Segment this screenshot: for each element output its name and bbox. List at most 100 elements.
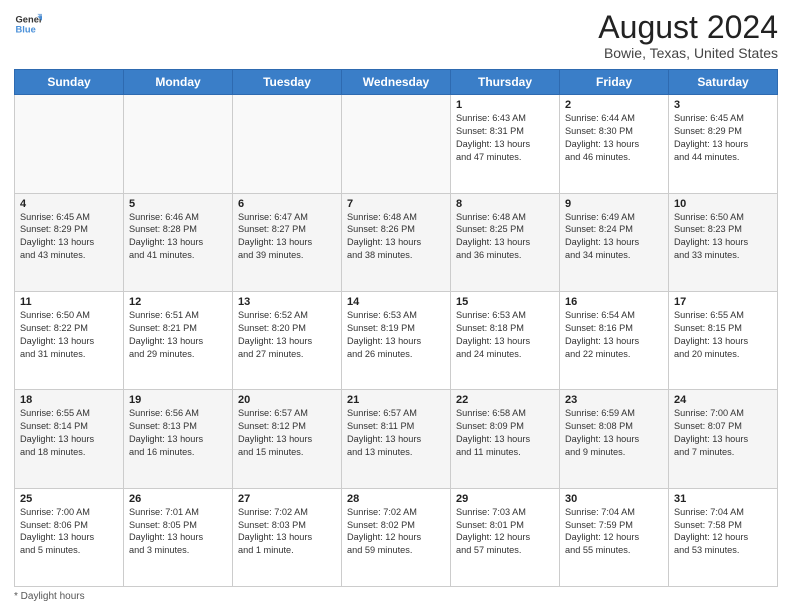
- calendar-cell: 14Sunrise: 6:53 AM Sunset: 8:19 PM Dayli…: [342, 291, 451, 389]
- day-number: 20: [238, 394, 336, 406]
- calendar-header-row: SundayMondayTuesdayWednesdayThursdayFrid…: [15, 70, 778, 95]
- day-info: Sunrise: 6:53 AM Sunset: 8:18 PM Dayligh…: [456, 309, 554, 361]
- day-number: 31: [674, 493, 772, 505]
- day-info: Sunrise: 6:50 AM Sunset: 8:23 PM Dayligh…: [674, 211, 772, 263]
- day-info: Sunrise: 6:46 AM Sunset: 8:28 PM Dayligh…: [129, 211, 227, 263]
- day-info: Sunrise: 7:01 AM Sunset: 8:05 PM Dayligh…: [129, 506, 227, 558]
- calendar-week-3: 11Sunrise: 6:50 AM Sunset: 8:22 PM Dayli…: [15, 291, 778, 389]
- day-number: 7: [347, 198, 445, 210]
- day-number: 11: [20, 296, 118, 308]
- calendar-cell: 11Sunrise: 6:50 AM Sunset: 8:22 PM Dayli…: [15, 291, 124, 389]
- calendar-cell: 3Sunrise: 6:45 AM Sunset: 8:29 PM Daylig…: [669, 95, 778, 193]
- calendar-cell: 15Sunrise: 6:53 AM Sunset: 8:18 PM Dayli…: [451, 291, 560, 389]
- day-info: Sunrise: 6:56 AM Sunset: 8:13 PM Dayligh…: [129, 407, 227, 459]
- day-number: 26: [129, 493, 227, 505]
- calendar-cell: 1Sunrise: 6:43 AM Sunset: 8:31 PM Daylig…: [451, 95, 560, 193]
- day-number: 1: [456, 99, 554, 111]
- calendar-cell: 24Sunrise: 7:00 AM Sunset: 8:07 PM Dayli…: [669, 390, 778, 488]
- day-info: Sunrise: 6:59 AM Sunset: 8:08 PM Dayligh…: [565, 407, 663, 459]
- day-number: 5: [129, 198, 227, 210]
- day-info: Sunrise: 6:44 AM Sunset: 8:30 PM Dayligh…: [565, 112, 663, 164]
- day-header-saturday: Saturday: [669, 70, 778, 95]
- calendar-week-2: 4Sunrise: 6:45 AM Sunset: 8:29 PM Daylig…: [15, 193, 778, 291]
- calendar-cell: 19Sunrise: 6:56 AM Sunset: 8:13 PM Dayli…: [124, 390, 233, 488]
- calendar-cell: 13Sunrise: 6:52 AM Sunset: 8:20 PM Dayli…: [233, 291, 342, 389]
- day-number: 13: [238, 296, 336, 308]
- day-info: Sunrise: 6:50 AM Sunset: 8:22 PM Dayligh…: [20, 309, 118, 361]
- day-number: 27: [238, 493, 336, 505]
- day-header-sunday: Sunday: [15, 70, 124, 95]
- day-number: 17: [674, 296, 772, 308]
- day-info: Sunrise: 7:03 AM Sunset: 8:01 PM Dayligh…: [456, 506, 554, 558]
- calendar-cell: 2Sunrise: 6:44 AM Sunset: 8:30 PM Daylig…: [560, 95, 669, 193]
- day-info: Sunrise: 6:45 AM Sunset: 8:29 PM Dayligh…: [20, 211, 118, 263]
- month-year-title: August 2024: [598, 10, 778, 45]
- svg-text:Blue: Blue: [16, 25, 36, 35]
- day-header-thursday: Thursday: [451, 70, 560, 95]
- calendar-cell: 25Sunrise: 7:00 AM Sunset: 8:06 PM Dayli…: [15, 488, 124, 586]
- day-number: 29: [456, 493, 554, 505]
- day-info: Sunrise: 6:48 AM Sunset: 8:25 PM Dayligh…: [456, 211, 554, 263]
- calendar-cell: 23Sunrise: 6:59 AM Sunset: 8:08 PM Dayli…: [560, 390, 669, 488]
- calendar-cell: 18Sunrise: 6:55 AM Sunset: 8:14 PM Dayli…: [15, 390, 124, 488]
- calendar-week-4: 18Sunrise: 6:55 AM Sunset: 8:14 PM Dayli…: [15, 390, 778, 488]
- calendar-cell: [233, 95, 342, 193]
- day-info: Sunrise: 6:52 AM Sunset: 8:20 PM Dayligh…: [238, 309, 336, 361]
- day-header-tuesday: Tuesday: [233, 70, 342, 95]
- calendar-cell: 20Sunrise: 6:57 AM Sunset: 8:12 PM Dayli…: [233, 390, 342, 488]
- day-number: 2: [565, 99, 663, 111]
- calendar-cell: 8Sunrise: 6:48 AM Sunset: 8:25 PM Daylig…: [451, 193, 560, 291]
- day-number: 19: [129, 394, 227, 406]
- day-info: Sunrise: 6:55 AM Sunset: 8:14 PM Dayligh…: [20, 407, 118, 459]
- calendar-cell: 29Sunrise: 7:03 AM Sunset: 8:01 PM Dayli…: [451, 488, 560, 586]
- daylight-hours-note: Daylight hours: [21, 591, 85, 602]
- calendar-cell: 27Sunrise: 7:02 AM Sunset: 8:03 PM Dayli…: [233, 488, 342, 586]
- calendar-cell: 30Sunrise: 7:04 AM Sunset: 7:59 PM Dayli…: [560, 488, 669, 586]
- day-info: Sunrise: 6:57 AM Sunset: 8:11 PM Dayligh…: [347, 407, 445, 459]
- day-info: Sunrise: 6:57 AM Sunset: 8:12 PM Dayligh…: [238, 407, 336, 459]
- calendar-cell: 26Sunrise: 7:01 AM Sunset: 8:05 PM Dayli…: [124, 488, 233, 586]
- calendar-cell: 16Sunrise: 6:54 AM Sunset: 8:16 PM Dayli…: [560, 291, 669, 389]
- day-header-wednesday: Wednesday: [342, 70, 451, 95]
- day-info: Sunrise: 6:48 AM Sunset: 8:26 PM Dayligh…: [347, 211, 445, 263]
- calendar-week-1: 1Sunrise: 6:43 AM Sunset: 8:31 PM Daylig…: [15, 95, 778, 193]
- day-info: Sunrise: 7:04 AM Sunset: 7:59 PM Dayligh…: [565, 506, 663, 558]
- day-info: Sunrise: 6:45 AM Sunset: 8:29 PM Dayligh…: [674, 112, 772, 164]
- calendar-cell: 12Sunrise: 6:51 AM Sunset: 8:21 PM Dayli…: [124, 291, 233, 389]
- day-number: 8: [456, 198, 554, 210]
- day-number: 4: [20, 198, 118, 210]
- day-info: Sunrise: 6:43 AM Sunset: 8:31 PM Dayligh…: [456, 112, 554, 164]
- day-info: Sunrise: 7:00 AM Sunset: 8:06 PM Dayligh…: [20, 506, 118, 558]
- day-number: 3: [674, 99, 772, 111]
- calendar-week-5: 25Sunrise: 7:00 AM Sunset: 8:06 PM Dayli…: [15, 488, 778, 586]
- footer-note: * Daylight hours: [14, 591, 778, 602]
- day-info: Sunrise: 6:58 AM Sunset: 8:09 PM Dayligh…: [456, 407, 554, 459]
- calendar-cell: 31Sunrise: 7:04 AM Sunset: 7:58 PM Dayli…: [669, 488, 778, 586]
- calendar-cell: 6Sunrise: 6:47 AM Sunset: 8:27 PM Daylig…: [233, 193, 342, 291]
- day-number: 23: [565, 394, 663, 406]
- location-subtitle: Bowie, Texas, United States: [598, 45, 778, 61]
- day-info: Sunrise: 6:49 AM Sunset: 8:24 PM Dayligh…: [565, 211, 663, 263]
- logo: General Blue: [14, 10, 42, 38]
- day-number: 9: [565, 198, 663, 210]
- day-number: 18: [20, 394, 118, 406]
- day-number: 21: [347, 394, 445, 406]
- day-header-monday: Monday: [124, 70, 233, 95]
- day-info: Sunrise: 6:53 AM Sunset: 8:19 PM Dayligh…: [347, 309, 445, 361]
- calendar-cell: 7Sunrise: 6:48 AM Sunset: 8:26 PM Daylig…: [342, 193, 451, 291]
- calendar-cell: 21Sunrise: 6:57 AM Sunset: 8:11 PM Dayli…: [342, 390, 451, 488]
- day-number: 16: [565, 296, 663, 308]
- day-info: Sunrise: 7:02 AM Sunset: 8:03 PM Dayligh…: [238, 506, 336, 558]
- day-info: Sunrise: 6:47 AM Sunset: 8:27 PM Dayligh…: [238, 211, 336, 263]
- day-number: 25: [20, 493, 118, 505]
- day-number: 14: [347, 296, 445, 308]
- header: General Blue August 2024 Bowie, Texas, U…: [14, 10, 778, 61]
- calendar-cell: 28Sunrise: 7:02 AM Sunset: 8:02 PM Dayli…: [342, 488, 451, 586]
- page-container: General Blue August 2024 Bowie, Texas, U…: [0, 0, 792, 612]
- day-header-friday: Friday: [560, 70, 669, 95]
- calendar-cell: [124, 95, 233, 193]
- day-number: 28: [347, 493, 445, 505]
- day-info: Sunrise: 6:54 AM Sunset: 8:16 PM Dayligh…: [565, 309, 663, 361]
- title-block: August 2024 Bowie, Texas, United States: [598, 10, 778, 61]
- calendar-cell: 22Sunrise: 6:58 AM Sunset: 8:09 PM Dayli…: [451, 390, 560, 488]
